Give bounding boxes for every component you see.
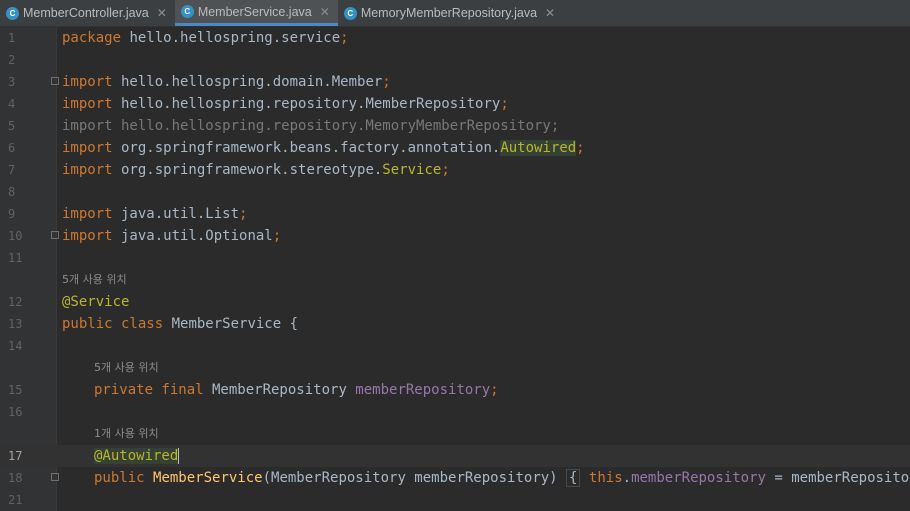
code-line[interactable]: 8	[0, 181, 910, 203]
field-declaration[interactable]: private final MemberRepository memberRep…	[94, 379, 499, 401]
tab-member-service[interactable]: C MemberService.java ✕	[174, 0, 338, 26]
line-number: 8	[8, 185, 16, 199]
line-number: 1	[8, 31, 16, 45]
tab-member-controller[interactable]: C MemberController.java ✕	[0, 0, 175, 26]
line-number: 4	[8, 97, 16, 111]
code-line[interactable]: 16	[0, 401, 910, 423]
line-number: 10	[8, 229, 23, 243]
line-number: 14	[8, 339, 23, 353]
line-number: 5	[8, 119, 16, 133]
code-line[interactable]: 5 import hello.hellospring.repository.Me…	[0, 115, 910, 137]
code-line[interactable]: 12 @Service	[0, 291, 910, 313]
class-declaration[interactable]: public class MemberService {	[62, 313, 298, 335]
line-number: 9	[8, 207, 16, 221]
close-icon[interactable]: ✕	[545, 6, 555, 20]
import-statement[interactable]: import hello.hellospring.domain.Member;	[62, 71, 391, 93]
line-number: 3	[8, 75, 16, 89]
tab-label: MemoryMemberRepository.java	[360, 6, 538, 20]
service-annotation[interactable]: @Service	[62, 291, 129, 313]
unused-import-statement[interactable]: import hello.hellospring.repository.Memo…	[62, 115, 559, 137]
fold-toggle-icon[interactable]	[51, 77, 59, 85]
package-statement[interactable]: package hello.hellospring.service;	[62, 27, 349, 49]
code-line[interactable]: 10 import java.util.Optional;	[0, 225, 910, 247]
current-code-line[interactable]: 17 @Autowired	[0, 445, 910, 467]
line-number: 18	[8, 471, 23, 485]
class-usages-hint[interactable]: 5개 사용 위치	[62, 269, 127, 291]
code-line[interactable]: 2	[0, 49, 910, 71]
import-statement[interactable]: import hello.hellospring.repository.Memb…	[62, 93, 509, 115]
import-statement[interactable]: import java.util.Optional;	[62, 225, 281, 247]
code-editor[interactable]: 1 package hello.hellospring.service; 2 3…	[0, 27, 910, 511]
close-icon[interactable]: ✕	[157, 6, 167, 20]
line-number: 6	[8, 141, 16, 155]
code-line[interactable]: 7 import org.springframework.stereotype.…	[0, 159, 910, 181]
usage-hint-line: 5개 사용 위치	[0, 269, 910, 291]
java-class-icon: C	[343, 6, 357, 20]
code-line[interactable]: 21	[0, 489, 910, 511]
java-class-icon: C	[180, 5, 194, 18]
tab-memory-member-repository[interactable]: C MemoryMemberRepository.java ✕	[338, 0, 563, 26]
field-usages-hint[interactable]: 5개 사용 위치	[94, 357, 159, 379]
code-line[interactable]: 15 private final MemberRepository member…	[0, 379, 910, 401]
line-number: 7	[8, 163, 16, 177]
line-number: 21	[8, 493, 23, 507]
line-number: 11	[8, 251, 23, 265]
line-number: 16	[8, 405, 23, 419]
code-line[interactable]: 14	[0, 335, 910, 357]
line-number: 13	[8, 317, 23, 331]
usage-hint-line: 5개 사용 위치	[0, 357, 910, 379]
code-line[interactable]: 13 public class MemberService {	[0, 313, 910, 335]
tab-label: MemberController.java	[23, 6, 149, 20]
editor-tab-bar: C MemberController.java ✕ C MemberServic…	[0, 0, 910, 27]
usage-hint-line: 1개 사용 위치	[0, 423, 910, 445]
import-statement[interactable]: import java.util.List;	[62, 203, 247, 225]
code-line[interactable]: 11	[0, 247, 910, 269]
import-statement[interactable]: import org.springframework.beans.factory…	[62, 137, 585, 159]
code-line[interactable]: 1 package hello.hellospring.service;	[0, 27, 910, 49]
line-number: 17	[8, 449, 23, 463]
code-line[interactable]: 6 import org.springframework.beans.facto…	[0, 137, 910, 159]
constructor-usages-hint[interactable]: 1개 사용 위치	[94, 423, 159, 445]
line-number: 12	[8, 295, 23, 309]
close-icon[interactable]: ✕	[320, 5, 330, 19]
code-line[interactable]: 4 import hello.hellospring.repository.Me…	[0, 93, 910, 115]
line-number: 2	[8, 53, 16, 67]
fold-toggle-icon[interactable]	[51, 473, 59, 481]
constructor-declaration[interactable]: public MemberService(MemberRepository me…	[94, 467, 910, 489]
fold-toggle-icon[interactable]	[51, 231, 59, 239]
code-line[interactable]: 9 import java.util.List;	[0, 203, 910, 225]
import-statement[interactable]: import org.springframework.stereotype.Se…	[62, 159, 450, 181]
code-line[interactable]: 3 import hello.hellospring.domain.Member…	[0, 71, 910, 93]
java-class-icon: C	[6, 6, 19, 20]
autowired-annotation[interactable]: @Autowired	[94, 445, 180, 467]
line-number: 15	[8, 383, 23, 397]
tab-label: MemberService.java	[197, 4, 312, 19]
code-line[interactable]: 18 public MemberService(MemberRepository…	[0, 467, 910, 489]
text-caret	[178, 448, 180, 464]
